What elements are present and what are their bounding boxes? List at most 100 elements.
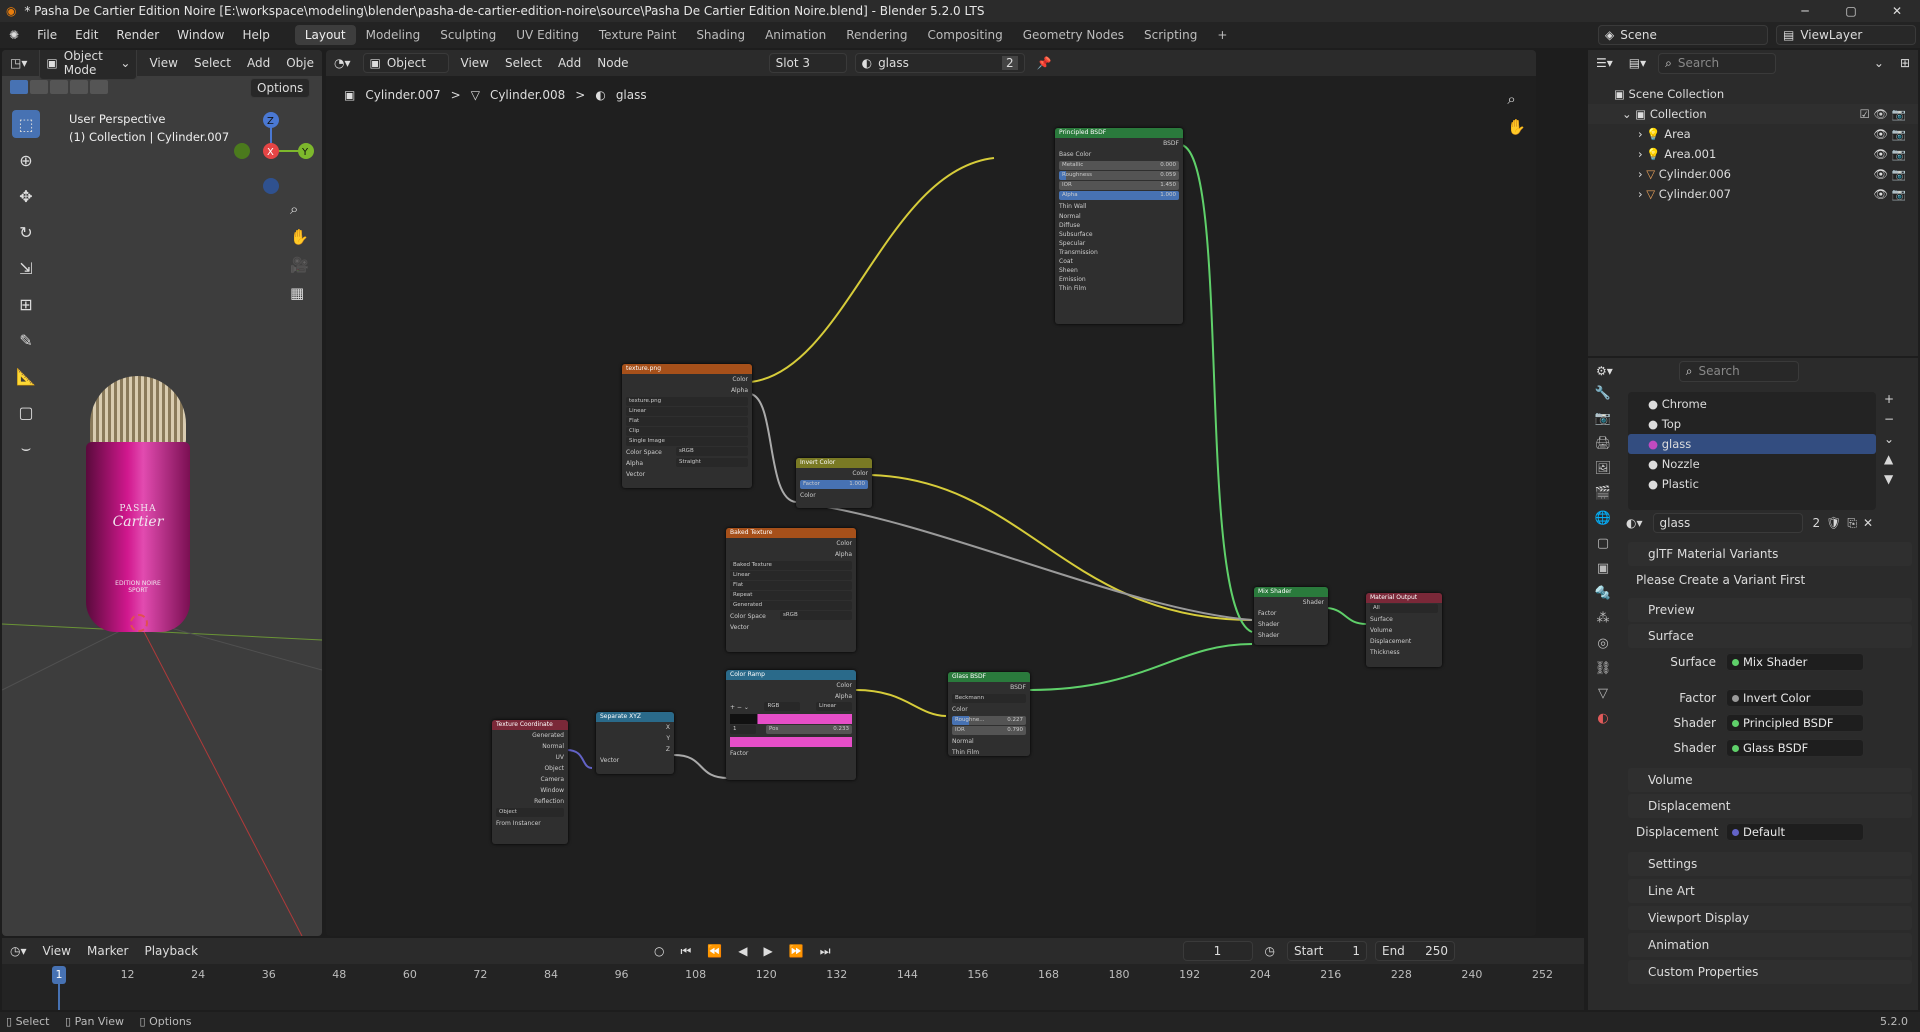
displacement-input-field[interactable]: Default	[1726, 823, 1864, 841]
baked-source-dropdown[interactable]: Generated	[730, 601, 852, 610]
outliner-search-input[interactable]: ⌕ Search	[1658, 52, 1777, 74]
material-slot-chrome[interactable]: ● Chrome	[1628, 394, 1876, 414]
visibility-icons[interactable]: 👁 📷	[1873, 184, 1906, 204]
user-count[interactable]: 2	[1813, 516, 1821, 530]
texcoord-object-field[interactable]: Object	[496, 808, 564, 817]
glass-roughness-field[interactable]: Roughne... 0.227	[952, 716, 1026, 725]
interpolation-dropdown[interactable]: Linear	[626, 407, 748, 416]
3d-viewport[interactable]: ◳▾ ▣ Object Mode ⌄ View Select Add Obje Op…	[2, 50, 322, 936]
image-texture-node[interactable]: texture.png Color Alpha texture.png Line…	[622, 364, 752, 488]
shader-node-editor[interactable]: ◔▾ ▣ Object View Select Add Node Slot 3 ◐…	[326, 50, 1536, 936]
move-slot-down-button[interactable]: ▼	[1884, 472, 1894, 486]
collection-visibility-icons[interactable]: ☑ 👁 📷	[1859, 104, 1906, 124]
ramp-mode-dropdown[interactable]: RGB	[764, 702, 801, 711]
principled-bsdf-node[interactable]: Principled BSDF BSDF Base Color Metallic…	[1055, 128, 1183, 324]
workspace-tab-scripting[interactable]: Scripting	[1134, 25, 1207, 45]
output-target-dropdown[interactable]: All	[1370, 604, 1438, 613]
scene-tab-icon[interactable]: 🎬	[1595, 486, 1611, 501]
source-dropdown[interactable]: Single Image	[626, 437, 748, 446]
outliner-item-area[interactable]: › 💡 Area 👁 📷	[1588, 124, 1918, 144]
glass-thin-film-panel[interactable]: Thin Film	[952, 747, 979, 756]
from-instancer-checkbox[interactable]: From Instancer	[496, 818, 541, 829]
thin-walled-checkbox[interactable]: Thin Wall	[1059, 201, 1086, 212]
timeline-menu-view[interactable]: View	[35, 942, 79, 960]
next-keyframe-icon[interactable]: ⏩	[781, 942, 812, 960]
section-gltf-variants[interactable]: glTF Material Variants	[1628, 542, 1912, 566]
section-preview[interactable]: Preview	[1628, 598, 1912, 622]
baked-colorspace-dropdown[interactable]: sRGB	[780, 611, 852, 620]
panel-diffuse[interactable]: Diffuse	[1055, 221, 1183, 230]
workspace-tab-animation[interactable]: Animation	[755, 25, 836, 45]
panel-sheen[interactable]: Sheen	[1055, 266, 1183, 275]
playhead-frame-indicator[interactable]: 1	[52, 966, 66, 984]
section-animation[interactable]: Animation	[1628, 933, 1912, 957]
outliner-item-cylinder-007[interactable]: › ▽ Cylinder.007 👁 📷	[1588, 184, 1918, 204]
display-mode-icon[interactable]: ▤▾	[1621, 54, 1654, 72]
section-custom-properties[interactable]: Custom Properties	[1628, 960, 1912, 984]
perfume-bottle-model[interactable]: PASHA Cartier EDITION NOIRE SPORT	[86, 376, 190, 634]
close-button[interactable]: ✕	[1874, 0, 1920, 22]
surface-shader-field[interactable]: Mix Shader	[1726, 653, 1864, 671]
material-output-node[interactable]: Material Output All Surface Volume Displ…	[1366, 593, 1442, 667]
material-name-field[interactable]: glass	[1652, 513, 1803, 533]
workspace-tab-rendering[interactable]: Rendering	[836, 25, 917, 45]
end-frame-field[interactable]: End 250	[1374, 941, 1455, 961]
move-slot-up-button[interactable]: ▲	[1884, 452, 1894, 466]
remove-slot-button[interactable]: −	[1884, 412, 1894, 426]
physics-tab-icon[interactable]: ◎	[1597, 636, 1608, 651]
add-slot-button[interactable]: +	[1884, 392, 1894, 406]
invert-factor-field[interactable]: Factor 1.000	[800, 480, 868, 489]
particles-tab-icon[interactable]: ⁂	[1597, 611, 1610, 626]
material-slot-glass[interactable]: ● glass	[1628, 434, 1876, 454]
section-settings[interactable]: Settings	[1628, 852, 1912, 876]
panel-subsurface[interactable]: Subsurface	[1055, 230, 1183, 239]
data-tab-icon[interactable]: ▽	[1598, 686, 1608, 701]
baked-image-selector[interactable]: Baked Texture	[730, 561, 852, 570]
roughness-field[interactable]: Roughness 0.059	[1059, 171, 1179, 180]
material-slot-top[interactable]: ● Top	[1628, 414, 1876, 434]
workspace-tab-sculpting[interactable]: Sculpting	[430, 25, 506, 45]
render-tab-icon[interactable]: 📷	[1595, 411, 1611, 426]
baked-texture-node[interactable]: Baked Texture Color Alpha Baked Texture …	[726, 528, 856, 652]
glass-distribution-dropdown[interactable]: Beckmann	[952, 694, 1026, 703]
ior-field[interactable]: IOR 1.450	[1059, 181, 1179, 190]
scene-collection-row[interactable]: ▣ Scene Collection	[1588, 84, 1918, 104]
outliner-editor-type-icon[interactable]: ☰▾	[1588, 54, 1621, 72]
ramp-add-icon[interactable]: + − ⌄	[730, 702, 749, 713]
material-slot-nozzle[interactable]: ● Nozzle	[1628, 454, 1876, 474]
jump-start-icon[interactable]: ⏮	[673, 942, 700, 961]
extension-dropdown[interactable]: Clip	[626, 427, 748, 436]
visibility-icons[interactable]: 👁 📷	[1873, 124, 1906, 144]
constraints-tab-icon[interactable]: ⛓	[1595, 661, 1612, 676]
workspace-tab-modeling[interactable]: Modeling	[356, 25, 431, 45]
mix-shader-node[interactable]: Mix Shader Shader Factor Shader Shader	[1254, 587, 1328, 645]
play-reverse-icon[interactable]: ◀	[730, 942, 755, 960]
modifier-tab-icon[interactable]: 🔩	[1595, 586, 1611, 601]
workspace-tab-layout[interactable]: Layout	[294, 25, 356, 45]
duplicate-material-icon[interactable]: ⎘	[1847, 516, 1857, 531]
alpha-mode-dropdown[interactable]: Straight	[676, 458, 748, 467]
menu-window[interactable]: Window	[168, 28, 233, 42]
color-ramp-gradient[interactable]	[730, 714, 852, 724]
separate-xyz-node[interactable]: Separate XYZ X Y Z Vector	[596, 712, 674, 774]
ramp-stop-index[interactable]: 1	[730, 725, 756, 734]
panel-transmission[interactable]: Transmission	[1055, 248, 1183, 257]
view-layer-selector[interactable]: ▤ ViewLayer	[1776, 25, 1916, 45]
output-tab-icon[interactable]: 🖨	[1595, 436, 1612, 451]
invert-color-node[interactable]: Invert Color Color Factor 1.000 Color	[796, 458, 872, 508]
section-volume[interactable]: Volume	[1628, 768, 1912, 792]
metallic-field[interactable]: Metallic 0.000	[1059, 161, 1179, 170]
prev-keyframe-icon[interactable]: ⏪	[699, 942, 730, 960]
glass-ior-field[interactable]: IOR 0.790	[952, 726, 1026, 735]
world-tab-icon[interactable]: 🌐	[1595, 511, 1611, 526]
current-frame-field[interactable]: 1	[1182, 941, 1253, 961]
panel-thin-film[interactable]: Thin Film	[1055, 284, 1183, 293]
timeline-editor-type-icon[interactable]: ◷▾	[2, 942, 35, 960]
color-ramp-node[interactable]: Color Ramp Color Alpha + − ⌄ RGB Linear 1P…	[726, 670, 856, 780]
shader1-input-field[interactable]: Principled BSDF	[1726, 714, 1864, 732]
menu-edit[interactable]: Edit	[66, 28, 107, 42]
collection-tab-icon[interactable]: ▢	[1597, 536, 1609, 551]
baked-projection-dropdown[interactable]: Flat	[730, 581, 852, 590]
glass-bsdf-node[interactable]: Glass BSDF BSDF Beckmann Color Roughne..…	[948, 672, 1030, 756]
alpha-field[interactable]: Alpha 1.000	[1059, 191, 1179, 200]
